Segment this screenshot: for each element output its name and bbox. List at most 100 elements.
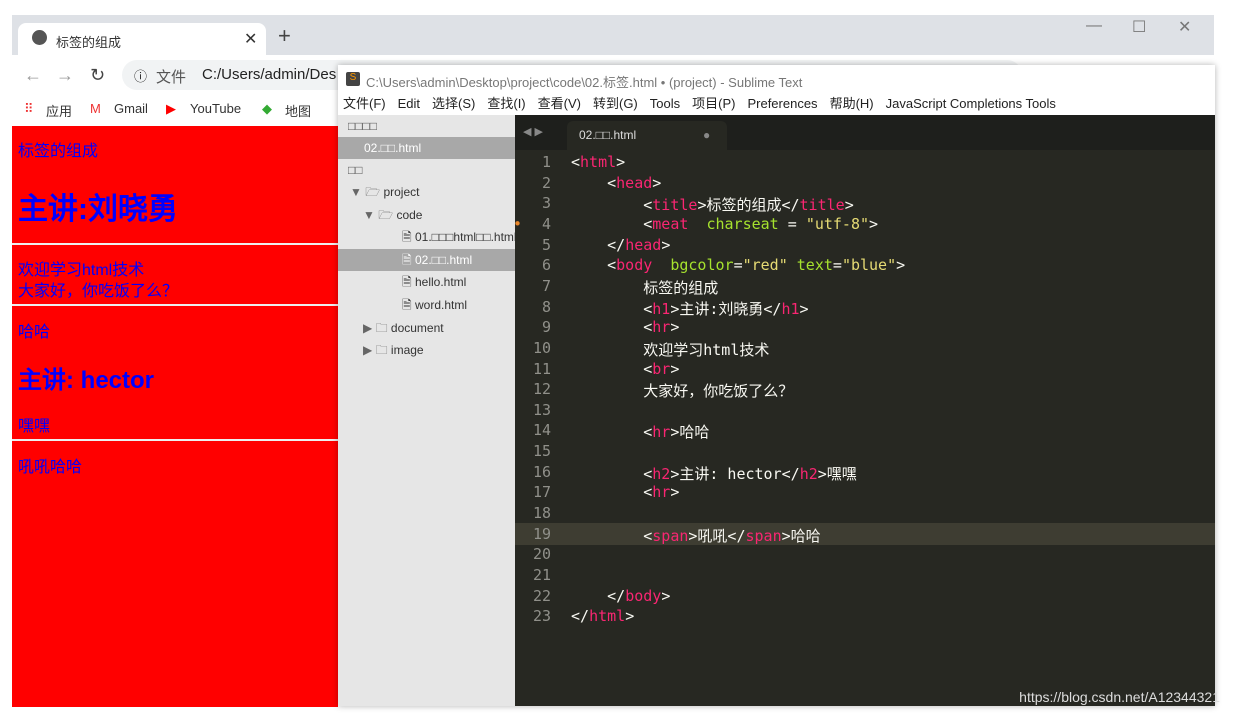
back-button[interactable]: ← (24, 65, 42, 86)
page-h2: 主讲: hector (18, 367, 155, 394)
menu-item[interactable]: Tools (650, 96, 680, 111)
code-line: <hr>哈哈 (571, 421, 709, 442)
tree-item[interactable]: ▶ 🗀 image (338, 339, 540, 361)
code-token: > (616, 153, 626, 171)
code-token: > (670, 359, 680, 378)
line-number: 19 (532, 524, 551, 543)
code-token: html (589, 607, 626, 626)
title-bar: S C:\Users\admin\Desktop\project\code\02… (338, 65, 1215, 93)
code-token: > (670, 318, 680, 337)
line-number: 7 (541, 276, 551, 295)
bookmark-gmail[interactable]: Gmail (114, 101, 148, 116)
tree-item[interactable]: ▼ 🗁 project (338, 181, 527, 203)
tree-item[interactable]: ▼ 🗁 code (338, 204, 540, 226)
code-token: = (832, 256, 842, 275)
code-token: >哈哈 (781, 526, 821, 545)
code-token: "red" (742, 256, 788, 275)
code-token: < (571, 359, 653, 378)
page-text: 吼吼哈哈 (18, 459, 83, 476)
menu-item[interactable]: 查看(V) (538, 96, 581, 111)
page-text: 哈哈 (18, 324, 51, 341)
tab-bar: 标签的组成 ✕ + — ☐ ✕ (12, 15, 1214, 55)
line-number: 15 (532, 442, 551, 461)
menu-item[interactable]: 选择(S) (432, 96, 475, 111)
code-token: 标签的组成 (571, 278, 719, 297)
address-prefix: 文件 (156, 69, 187, 86)
code-token: h2 (799, 464, 818, 483)
line-number: 14 (532, 421, 551, 440)
watermark: https://blog.csdn.net/A12344321 (1019, 689, 1220, 705)
menu-bar: 文件(F) Edit 选择(S) 查找(I) 查看(V) 转到(G) Tools 项目(P) P… (338, 93, 1215, 115)
code-token: head (616, 173, 653, 192)
code-token: charseat (706, 214, 779, 233)
code-line: <hr> (571, 483, 679, 501)
tab-nav-arrows-icon[interactable]: ◀ ▶ (523, 125, 543, 138)
tree-item-label: 02.□□.html (414, 252, 473, 267)
code-token: </ (571, 586, 626, 605)
menu-item[interactable]: 查找(I) (487, 96, 525, 111)
line-number: 6 (541, 256, 551, 275)
code-token: = (733, 256, 743, 275)
bookmark-apps[interactable]: 应用 (46, 101, 72, 120)
close-window-button[interactable]: ✕ (1178, 17, 1191, 37)
line-number: 10 (532, 338, 551, 357)
menu-item[interactable]: 转到(G) (593, 96, 638, 111)
menu-item[interactable]: 帮助(H) (830, 96, 874, 111)
code-token: h1 (652, 299, 671, 318)
code-token: title (799, 196, 845, 215)
close-tab-icon[interactable]: ✕ (244, 29, 257, 49)
gmail-icon: M (90, 101, 101, 116)
tree-item-label: code (396, 207, 423, 222)
minimize-button[interactable]: — (1086, 17, 1102, 35)
line-number: 22 (532, 586, 551, 605)
editor[interactable]: ◀ ▶ 02.□□.html ● 1 <html> 2 <head> 3 <title… (513, 115, 1215, 706)
code-line: <h1>主讲:刘晓勇</h1> (571, 298, 808, 319)
code-line: <span>吼吼</span>哈哈 (571, 525, 821, 546)
code-line: <html> (571, 153, 625, 171)
bookmark-youtube[interactable]: YouTube (190, 101, 241, 116)
reload-button[interactable]: ↻ (90, 65, 105, 86)
code-token: < (571, 299, 653, 318)
apps-icon: ⠿ (24, 101, 34, 116)
code-token: "utf-8" (805, 214, 870, 233)
code-token: > (896, 256, 906, 275)
code-token: meat (652, 214, 689, 233)
divider (12, 243, 338, 245)
code-line: 欢迎学习html技术 (571, 339, 769, 360)
code-token: hr (652, 318, 671, 337)
page-text: 标签的组成 (18, 143, 99, 160)
line-number: 3 (541, 194, 551, 213)
editor-tab-label: 02.□□.html (579, 128, 637, 142)
page-h1: 主讲:刘晓勇 (18, 193, 178, 226)
code-token: >哈哈 (670, 423, 710, 442)
menu-item[interactable]: 项目(P) (692, 96, 735, 111)
code-token: h2 (652, 464, 671, 483)
menu-item[interactable]: 文件(F) (343, 96, 386, 111)
new-tab-button[interactable]: + (278, 23, 291, 49)
code-line: 大家好，你吃饭了么？ (571, 380, 793, 401)
line-number: 9 (541, 318, 551, 337)
open-file-item[interactable]: 02.□□.html (338, 137, 541, 159)
forward-button[interactable]: → (56, 65, 74, 86)
menu-item[interactable]: JavaScript Completions Tools (886, 96, 1056, 111)
code-token: body (616, 256, 653, 275)
editor-tab[interactable]: 02.□□.html ● (567, 121, 727, 150)
browser-tab[interactable]: 标签的组成 ✕ (18, 23, 266, 55)
code-token: >主讲: hector</ (670, 464, 800, 483)
sublime-window: S C:\Users\admin\Desktop\project\code\02… (338, 65, 1215, 706)
info-icon[interactable]: ⓘ (134, 66, 147, 85)
line-number: 5 (541, 235, 551, 254)
bookmark-maps[interactable]: 地图 (285, 101, 311, 120)
tree-item-label: project (383, 185, 420, 199)
tree-item[interactable]: ▶ 🗀 document (338, 317, 540, 339)
maximize-button[interactable]: ☐ (1132, 17, 1146, 37)
tree-item-label: document (390, 320, 444, 335)
code-line: 标签的组成 (571, 277, 718, 298)
code-token: >主讲:刘晓勇</ (670, 299, 782, 318)
code-line: <meat charseat = "utf-8"> (571, 215, 878, 233)
code-token: < (571, 256, 617, 275)
code-line: <body bgcolor="red" text="blue"> (571, 256, 905, 274)
menu-item[interactable]: Edit (398, 96, 420, 111)
unsaved-dot-icon[interactable]: ● (703, 128, 710, 142)
menu-item[interactable]: Preferences (747, 96, 817, 111)
